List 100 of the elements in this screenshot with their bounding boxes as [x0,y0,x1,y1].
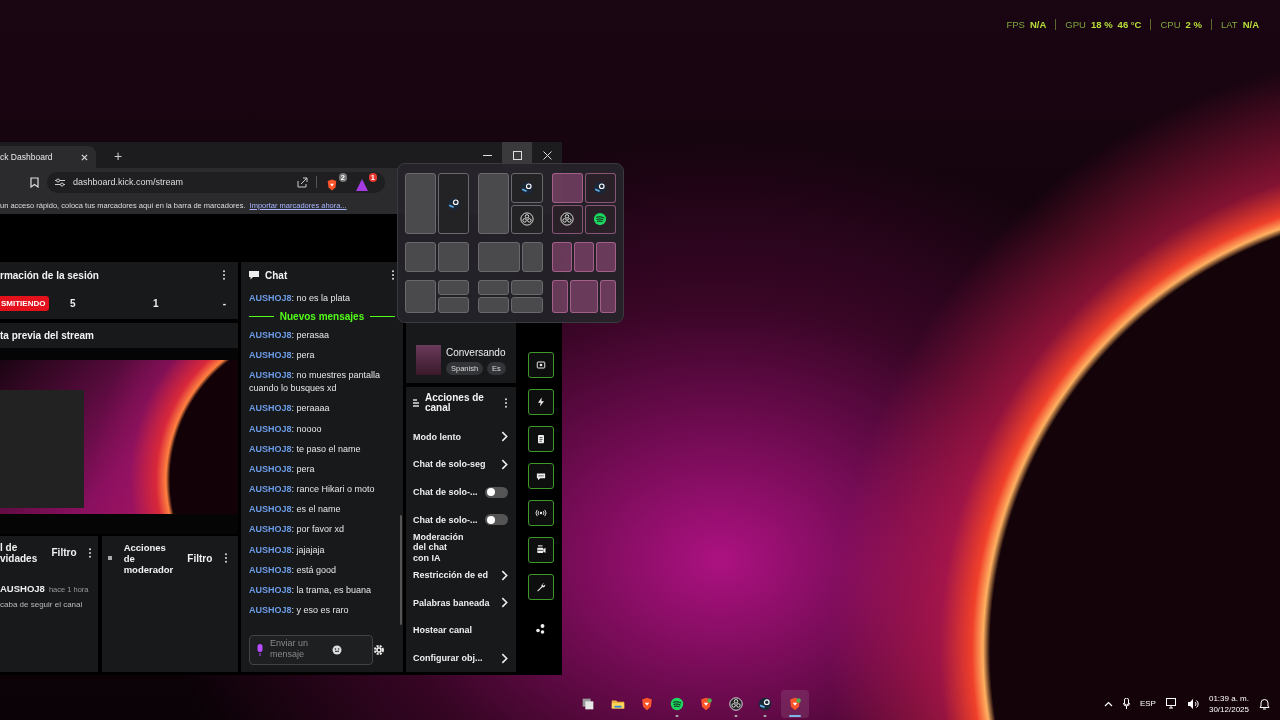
app-icon [757,695,773,712]
monitor-icon[interactable] [1165,698,1178,709]
toggle-switch[interactable] [485,486,508,498]
stat-label: CPU [1160,19,1181,30]
card-title: Acciones de canal [425,392,485,413]
chat-bubble-button[interactable] [527,463,554,489]
filter-button[interactable]: Filtro [187,552,213,564]
bolt-button[interactable] [527,389,554,415]
camera-button[interactable] [527,537,554,563]
chat-message: AUSHOJ8: y eso es raro [249,604,350,618]
snap-zone[interactable] [584,204,616,235]
minimize-icon[interactable] [482,154,492,156]
snap-zone[interactable] [599,279,616,313]
message-input[interactable]: Enviar un mensaje [270,638,326,662]
toggle-label: Chat de solo-... [413,487,478,498]
chevron-right-icon [501,597,508,609]
chat-message: AUSHOJ8: la trama, es buana [249,584,373,598]
more-icon[interactable] [504,397,508,408]
dots-icon[interactable] [534,623,547,635]
close-icon[interactable] [542,150,552,160]
event-text: caba de seguir el canal [0,599,84,609]
snap-zone[interactable] [569,279,598,313]
microphone-icon[interactable] [1122,698,1130,709]
stat-value: N/A [1029,19,1047,30]
chevron-up-icon[interactable] [1103,700,1113,707]
broadcast-button[interactable] [527,500,554,526]
snap-zone[interactable] [511,204,543,235]
session-stat: 1 [153,297,160,309]
snap-zone[interactable] [511,173,543,203]
volume-icon[interactable] [1187,698,1199,709]
chat-message: AUSHOJ8: noooo [249,422,323,436]
more-icon[interactable] [391,270,395,280]
more-icon[interactable] [88,547,92,558]
maximize-icon[interactable] [512,150,522,160]
chat-message: AUSHOJ8: jajajaja [249,543,326,557]
channel-action-item[interactable]: Restricción de ed [413,561,508,589]
stat-label: LAT [1220,19,1238,30]
capture-button[interactable] [527,352,554,378]
clock[interactable]: 01:39 a. m. 30/12/2025 [1208,692,1249,715]
emoji-icon[interactable] [332,645,342,655]
snap-zone[interactable] [584,173,616,203]
camera-icon [534,544,547,556]
settings-icon[interactable] [373,644,385,656]
session-stat: 5 [70,297,77,309]
app-icon [447,197,460,210]
scrollbar-thumb[interactable] [400,515,402,625]
language-indicator[interactable]: ESP [1139,699,1156,708]
chat-bubble-icon [249,270,259,280]
broadcast-icon [534,507,547,519]
bell-icon[interactable] [1259,697,1270,710]
stat-label: FPS [1006,19,1025,30]
channel-action-item[interactable]: Chat de solo-seg [413,450,508,479]
filter-button[interactable]: Filtro [51,547,77,558]
channel-action-item[interactable]: Modo lento [413,422,508,451]
list-icon [108,556,112,560]
bookmark-icon[interactable] [30,176,39,188]
app-icon [594,181,607,194]
channel-action-item[interactable]: Hostear canal [413,616,508,645]
app-icon [520,181,534,194]
stat-label: GPU [1065,19,1086,30]
snap-zone[interactable] [551,242,572,272]
chat-message: AUSHOJ8: perasaa [249,328,331,342]
channel-action-item[interactable]: Configurar obj... [413,644,508,672]
chat-message: AUSHOJ8: no muestres pantalla cuando lo busques xd [249,369,382,396]
new-tab-button[interactable]: + [110,148,127,164]
stat-value: 46 °C [1117,19,1142,30]
card-title: ta previa del stream [0,329,94,341]
capture-icon [534,359,547,371]
card-title: Acciones de moderador [123,541,175,575]
more-icon[interactable] [222,270,226,280]
close-icon[interactable] [81,153,88,161]
chevron-right-icon [501,569,508,581]
snap-zone[interactable] [595,242,616,272]
document-button[interactable] [527,426,554,452]
audio-waves-icon [668,695,685,712]
share-icon[interactable] [297,176,308,188]
message-field[interactable]: Enviar un mensaje [249,635,374,665]
snap-zone[interactable] [573,242,594,272]
browser-tab[interactable]: ck Dashboard [0,146,96,168]
wrench-button[interactable] [527,574,554,600]
session-stat: - [222,297,226,309]
channel-action-item[interactable]: Palabras baneada [413,588,508,617]
snap-zone[interactable] [551,279,568,313]
snap-zone[interactable] [551,204,583,235]
tune-icon[interactable] [55,177,65,187]
toggle-label: Chat de solo-... [413,514,478,525]
new-messages-divider: Nuevos mensajes [279,311,365,323]
shield-icon [639,695,655,712]
more-icon[interactable] [223,553,228,563]
chat-message: AUSHOJ8: te paso el name [249,442,362,456]
toggle-switch[interactable] [485,514,508,526]
taskbar-button[interactable] [780,689,809,718]
triangle-icon [355,177,369,192]
wrench-icon [534,581,547,593]
card-title: l de vidades [0,541,39,564]
channel-action-item[interactable]: Moderación del chat con IA [413,531,464,564]
chat-message: AUSHOJ8: peraaaa [249,402,331,416]
card-title: rmación de la sesión [0,269,99,281]
chat-title: Chat [265,269,288,281]
audio-waves-icon [594,213,607,226]
